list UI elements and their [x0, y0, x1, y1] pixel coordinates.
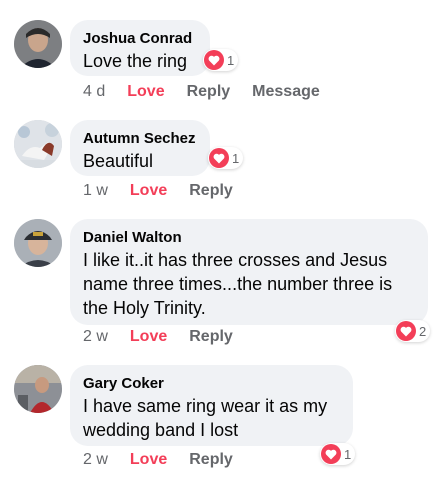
reaction-count: 1 [344, 446, 352, 462]
comment-actions: 4 d Love Reply Message [83, 83, 320, 101]
love-button[interactable]: Love [130, 328, 167, 346]
reply-button[interactable]: Reply [189, 328, 233, 346]
comment-text-line-1: I have same ring wear it as my [83, 396, 328, 416]
comment-text: Love the ring [83, 51, 188, 71]
commenter-name[interactable]: Gary Coker [83, 374, 339, 394]
reaction-badge[interactable]: 1 [320, 443, 356, 465]
comment-bubble[interactable]: Joshua Conrad Love the ring [70, 20, 210, 76]
commenter-name[interactable]: Autumn Sechez [83, 129, 196, 149]
love-heart-icon [396, 321, 416, 341]
comment-text-line-3: the Holy Trinity. [83, 298, 206, 318]
comment-text: Beautiful [83, 151, 154, 171]
reply-button[interactable]: Reply [187, 83, 231, 101]
comment-time[interactable]: 2 w [83, 328, 108, 346]
reaction-count: 1 [227, 52, 235, 68]
love-heart-icon [321, 444, 341, 464]
comment-time[interactable]: 1 w [83, 182, 108, 200]
comment-time[interactable]: 2 w [83, 451, 108, 469]
comment-actions: 2 w Love Reply [83, 451, 255, 469]
comment-bubble[interactable]: Gary Coker I have same ring wear it as m… [70, 365, 353, 446]
avatar[interactable] [14, 120, 62, 168]
message-button[interactable]: Message [252, 83, 320, 101]
love-button[interactable]: Love [127, 83, 164, 101]
comment-time[interactable]: 4 d [83, 83, 105, 101]
reply-button[interactable]: Reply [189, 451, 233, 469]
commenter-name[interactable]: Daniel Walton [83, 228, 414, 248]
love-heart-icon [204, 50, 224, 70]
comment-text-line-2: wedding band I lost [83, 420, 239, 440]
avatar[interactable] [14, 365, 62, 413]
comment-text-line-2: name three times...the number three is [83, 274, 393, 294]
reaction-badge[interactable]: 1 [203, 49, 239, 71]
comment-text-line-1: I like it..it has three crosses and Jesu… [83, 250, 388, 270]
comment-bubble[interactable]: Autumn Sechez Beautiful [70, 120, 210, 176]
love-heart-icon [209, 148, 229, 168]
love-button[interactable]: Love [130, 182, 167, 200]
avatar[interactable] [14, 20, 62, 68]
reaction-count: 1 [232, 150, 240, 166]
reaction-badge[interactable]: 1 [208, 147, 244, 169]
comment-actions: 2 w Love Reply [83, 328, 255, 346]
love-button[interactable]: Love [130, 451, 167, 469]
comment-bubble[interactable]: Daniel Walton I like it..it has three cr… [70, 219, 428, 325]
commenter-name[interactable]: Joshua Conrad [83, 29, 196, 49]
reply-button[interactable]: Reply [189, 182, 233, 200]
comment-actions: 1 w Love Reply [83, 182, 255, 200]
avatar[interactable] [14, 219, 62, 267]
reaction-badge[interactable]: 2 [395, 320, 431, 342]
reaction-count: 2 [419, 323, 427, 339]
